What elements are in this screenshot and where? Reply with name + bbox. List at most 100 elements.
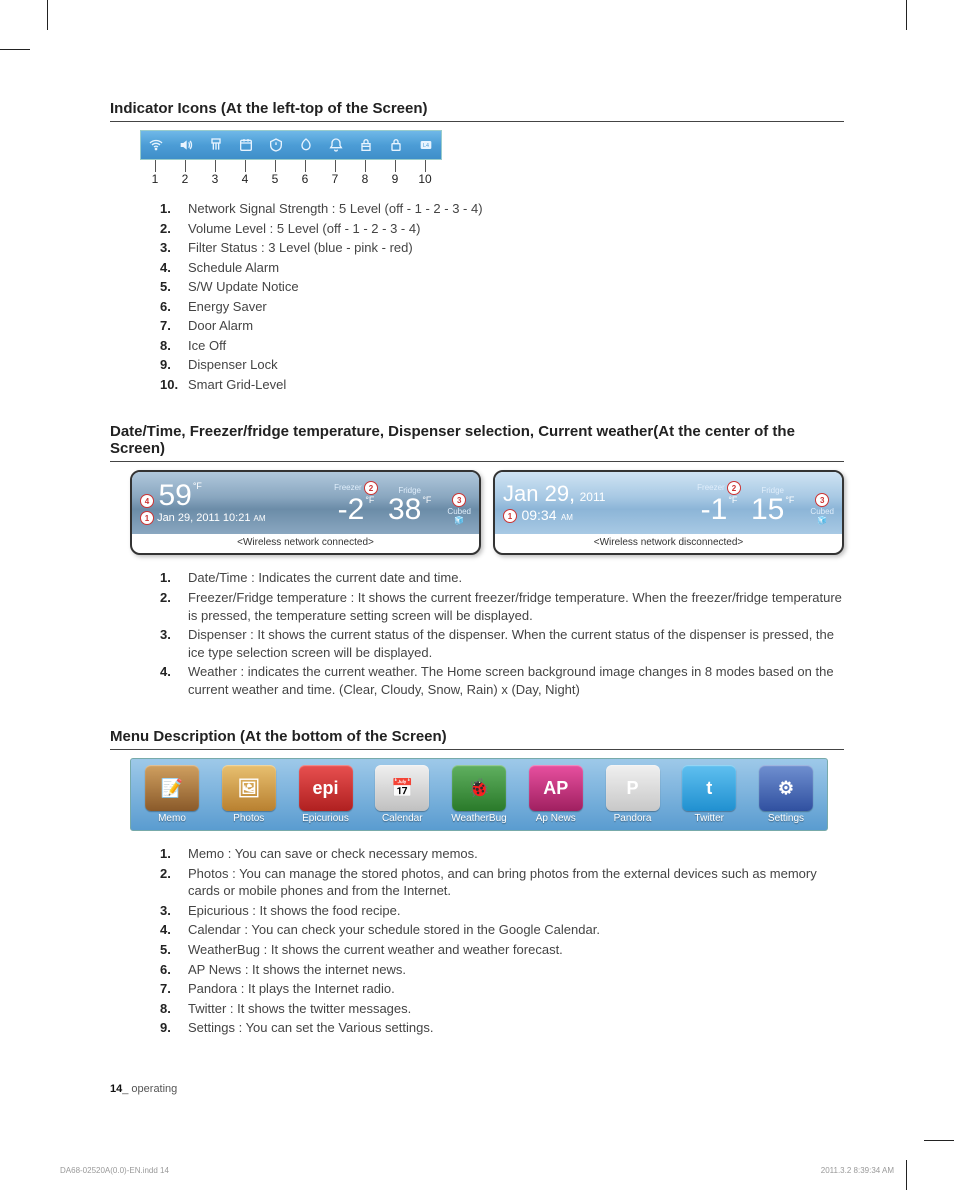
footer-meta-left: DA68-02520A(0.0)-EN.indd 14: [60, 1166, 169, 1175]
temp-unit: °F: [728, 495, 737, 505]
smart-grid-icon: L4: [411, 131, 441, 159]
center-section-title: Date/Time, Freezer/fridge temperature, D…: [110, 423, 844, 462]
ice-off-icon: [351, 131, 381, 159]
temps-disconnected: Freezer 2 -1°F Fridge 15°F 3 Cubed 🧊: [697, 481, 834, 525]
menu-label: WeatherBug: [451, 813, 506, 824]
menu-label: Epicurious: [302, 813, 349, 824]
menu-item-memo[interactable]: 📝 Memo: [139, 765, 205, 824]
list-item: Memo : You can save or check necessary m…: [160, 845, 844, 863]
list-item: Door Alarm: [160, 317, 844, 335]
icon-number: 8: [350, 172, 380, 186]
list-item: Calendar : You can check your schedule s…: [160, 921, 844, 939]
list-item: Epicurious : It shows the food recipe.: [160, 902, 844, 920]
list-item: Freezer/Fridge temperature : It shows th…: [160, 589, 844, 624]
menu-label: Photos: [233, 813, 264, 824]
list-item: WeatherBug : It shows the current weathe…: [160, 941, 844, 959]
temp-unit: °F: [785, 495, 794, 505]
tick: [260, 160, 290, 172]
crop-mark: [906, 1160, 907, 1190]
page-number: 14: [110, 1083, 122, 1095]
tick: [320, 160, 350, 172]
menu-item-pandora[interactable]: PPandora: [600, 765, 666, 824]
fridge-temp: 15: [751, 493, 784, 526]
volume-icon: [171, 131, 201, 159]
calendar-icon: 📅: [375, 765, 429, 811]
tick: [170, 160, 200, 172]
list-item: Pandora : It plays the Internet radio.: [160, 980, 844, 998]
footer-meta: DA68-02520A(0.0)-EN.indd 14 2011.3.2 8:3…: [60, 1166, 894, 1175]
memo-icon: 📝: [145, 765, 199, 811]
icon-number: 9: [380, 172, 410, 186]
callout-badge-2: 2: [727, 481, 741, 495]
tick: [200, 160, 230, 172]
crop-mark: [924, 1140, 954, 1141]
tick: [350, 160, 380, 172]
tick: [230, 160, 260, 172]
icon-number: 4: [230, 172, 260, 186]
photos-icon: 🖼: [222, 765, 276, 811]
energy-saver-icon: [291, 131, 321, 159]
wifi-icon: [141, 131, 171, 159]
menu-item-twitter[interactable]: tTwitter: [676, 765, 742, 824]
panel-disconnected: Jan 29, 2011 1 09:34 AM Freezer 2 -1°F: [493, 470, 844, 555]
list-item: Settings : You can set the Various setti…: [160, 1019, 844, 1037]
panel-connected: 4 59°F 1 Jan 29, 2011 10:21 AM Freezer 2…: [130, 470, 481, 555]
icon-number: 2: [170, 172, 200, 186]
menu-item-weatherbug[interactable]: 🐞 WeatherBug: [446, 765, 512, 824]
weatherbug-icon: 🐞: [452, 765, 506, 811]
epicurious-icon: epi: [299, 765, 353, 811]
callout-badge-1: 1: [503, 509, 517, 523]
menu-bar: 📝 Memo 🖼 Photos epi Epicurious 📅Calendar 🐞 Weath…: [130, 758, 828, 831]
center-list: Date/Time : Indicates the current date a…: [110, 569, 844, 698]
menu-item-epicurious[interactable]: epi Epicurious: [293, 765, 359, 824]
freezer-temp: -2: [338, 493, 365, 526]
date-line: Jan 29, 2011 10:21: [157, 512, 250, 524]
list-item: S/W Update Notice: [160, 278, 844, 296]
ampm: AM: [254, 514, 266, 523]
dispenser-lock-icon: [381, 131, 411, 159]
list-item: Weather : indicates the current weather.…: [160, 663, 844, 698]
menu-item-photos[interactable]: 🖼 Photos: [216, 765, 282, 824]
list-item: Energy Saver: [160, 298, 844, 316]
icon-number: 10: [410, 172, 440, 186]
freezer-label: Freezer: [334, 484, 362, 493]
menu-label: Memo: [158, 813, 186, 824]
page-label: _ operating: [122, 1083, 177, 1095]
tick: [140, 160, 170, 172]
list-item: Ice Off: [160, 337, 844, 355]
tick-row: [140, 160, 440, 172]
door-alarm-icon: [321, 131, 351, 159]
indicator-strip-wrap: L4 12345678910: [140, 130, 844, 186]
icon-number: 1: [140, 172, 170, 186]
twitter-icon: t: [682, 765, 736, 811]
indicator-section-title: Indicator Icons (At the left-top of the …: [110, 100, 844, 122]
menu-item-ap-news[interactable]: APAp News: [523, 765, 589, 824]
temp-unit: °F: [422, 495, 431, 505]
list-item: Filter Status : 3 Level (blue - pink - r…: [160, 239, 844, 257]
year: 2011: [580, 490, 606, 504]
weather-unit: °F: [193, 481, 202, 491]
menu-item-calendar[interactable]: 📅Calendar: [369, 765, 435, 824]
menu-list: Memo : You can save or check necessary m…: [110, 845, 844, 1036]
indicator-strip: L4: [140, 130, 442, 160]
temp-unit: °F: [365, 495, 374, 505]
callout-badge-2: 2: [364, 481, 378, 495]
disconnected-display: Jan 29, 2011 1 09:34 AM Freezer 2 -1°F: [495, 472, 842, 534]
menu-label: Ap News: [536, 813, 576, 824]
date-big: Jan 29,: [503, 481, 575, 506]
display-panels: 4 59°F 1 Jan 29, 2011 10:21 AM Freezer 2…: [130, 470, 844, 555]
list-item: Smart Grid-Level: [160, 376, 844, 394]
filter-icon: [201, 131, 231, 159]
icon-number: 6: [290, 172, 320, 186]
callout-badge-1: 1: [140, 511, 154, 525]
num-row: 12345678910: [140, 172, 440, 186]
ice-icon: 🧊: [817, 516, 827, 525]
menu-item-settings[interactable]: ⚙Settings: [753, 765, 819, 824]
menu-label: Pandora: [614, 813, 652, 824]
icon-number: 5: [260, 172, 290, 186]
tick: [290, 160, 320, 172]
list-item: Dispenser Lock: [160, 356, 844, 374]
list-item: Schedule Alarm: [160, 259, 844, 277]
callout-badge-3: 3: [452, 493, 466, 507]
callout-badge-4: 4: [140, 494, 154, 508]
